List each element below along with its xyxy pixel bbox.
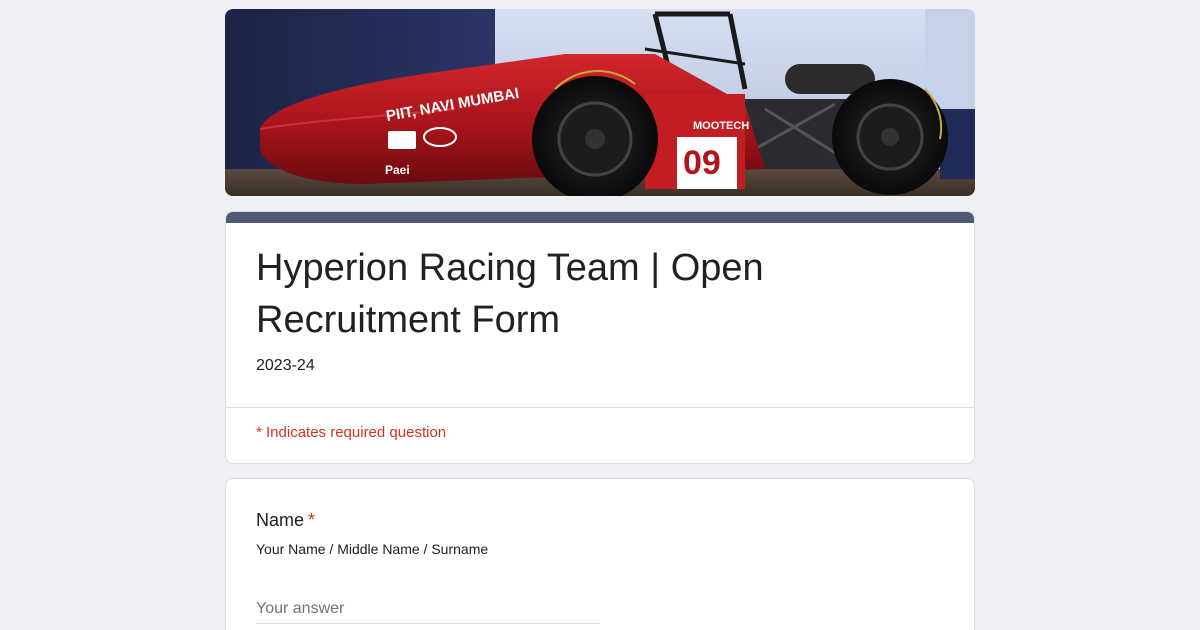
race-car-illustration: 09 MOOTECH PIIT, NAVI MUMBAI Paei [225,9,975,196]
question-help-text: Your Name / Middle Name / Surname [256,541,489,557]
required-question-note: * Indicates required question [256,424,447,441]
divider [226,407,974,408]
name-answer-input[interactable] [256,595,600,624]
required-asterisk: * [308,510,316,530]
form-description: 2023-24 [256,357,315,374]
car-sponsor-small: Paei [385,163,410,177]
header-banner-image: 09 MOOTECH PIIT, NAVI MUMBAI Paei [225,9,975,196]
question-label: Name [256,510,305,530]
accent-bar [226,212,974,223]
car-number: 09 [683,144,721,182]
question-title: Name * [256,510,315,531]
sponsor-label: MOOTECH [693,120,749,132]
form-title: Hyperion Racing Team | Open Recruitment … [256,247,764,341]
question-card-name: Name * Your Name / Middle Name / Surname [225,478,975,630]
form-page: 09 MOOTECH PIIT, NAVI MUMBAI Paei Hyperi… [0,0,1200,630]
form-header-card: Hyperion Racing Team | Open Recruitment … [225,211,975,464]
